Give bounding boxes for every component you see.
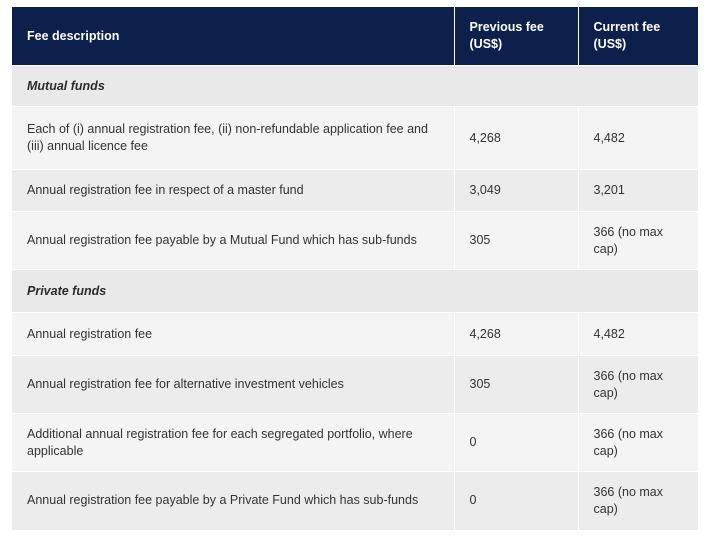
fee-description-cell: Annual registration fee payable by a Pri… bbox=[12, 471, 454, 530]
fee-table-container: Fee description Previous fee (US$) Curre… bbox=[12, 7, 698, 530]
header-fee-description: Fee description bbox=[12, 7, 454, 66]
current-fee-cell: 366 (no max cap) bbox=[577, 471, 698, 530]
previous-fee-cell: 0 bbox=[453, 413, 578, 472]
table-row: Annual registration fee payable by a Mut… bbox=[12, 211, 698, 270]
section-title: Mutual funds bbox=[12, 65, 698, 107]
section-title: Private funds bbox=[12, 269, 698, 313]
fee-description-cell: Each of (i) annual registration fee, (ii… bbox=[12, 106, 454, 170]
fee-description-cell: Annual registration fee bbox=[12, 312, 454, 356]
previous-fee-cell: 3,049 bbox=[453, 169, 578, 212]
previous-fee-cell: 4,268 bbox=[453, 106, 578, 170]
section-row-mutual-funds: Mutual funds bbox=[12, 65, 698, 107]
table-header-row: Fee description Previous fee (US$) Curre… bbox=[12, 7, 698, 66]
fee-description-cell: Annual registration fee payable by a Mut… bbox=[12, 211, 454, 270]
previous-fee-cell: 305 bbox=[453, 211, 578, 270]
previous-fee-cell: 0 bbox=[453, 471, 578, 530]
section-row-private-funds: Private funds bbox=[12, 269, 698, 313]
table-row: Annual registration fee payable by a Pri… bbox=[12, 471, 698, 530]
current-fee-cell: 4,482 bbox=[577, 312, 698, 356]
fee-description-cell: Annual registration fee for alternative … bbox=[12, 355, 454, 414]
header-previous-fee: Previous fee (US$) bbox=[453, 7, 578, 66]
table-row: Each of (i) annual registration fee, (ii… bbox=[12, 106, 698, 170]
table-row: Annual registration fee 4,268 4,482 bbox=[12, 312, 698, 356]
fee-description-cell: Additional annual registration fee for e… bbox=[12, 413, 454, 472]
previous-fee-cell: 305 bbox=[453, 355, 578, 414]
current-fee-cell: 366 (no max cap) bbox=[577, 211, 698, 270]
fee-description-cell: Annual registration fee in respect of a … bbox=[12, 169, 454, 212]
table-row: Additional annual registration fee for e… bbox=[12, 413, 698, 472]
current-fee-cell: 366 (no max cap) bbox=[577, 355, 698, 414]
fee-table: Fee description Previous fee (US$) Curre… bbox=[12, 7, 698, 530]
current-fee-cell: 366 (no max cap) bbox=[577, 413, 698, 472]
previous-fee-cell: 4,268 bbox=[453, 312, 578, 356]
header-current-fee: Current fee (US$) bbox=[577, 7, 698, 66]
table-row: Annual registration fee for alternative … bbox=[12, 355, 698, 414]
current-fee-cell: 4,482 bbox=[577, 106, 698, 170]
current-fee-cell: 3,201 bbox=[577, 169, 698, 212]
table-row: Annual registration fee in respect of a … bbox=[12, 169, 698, 212]
